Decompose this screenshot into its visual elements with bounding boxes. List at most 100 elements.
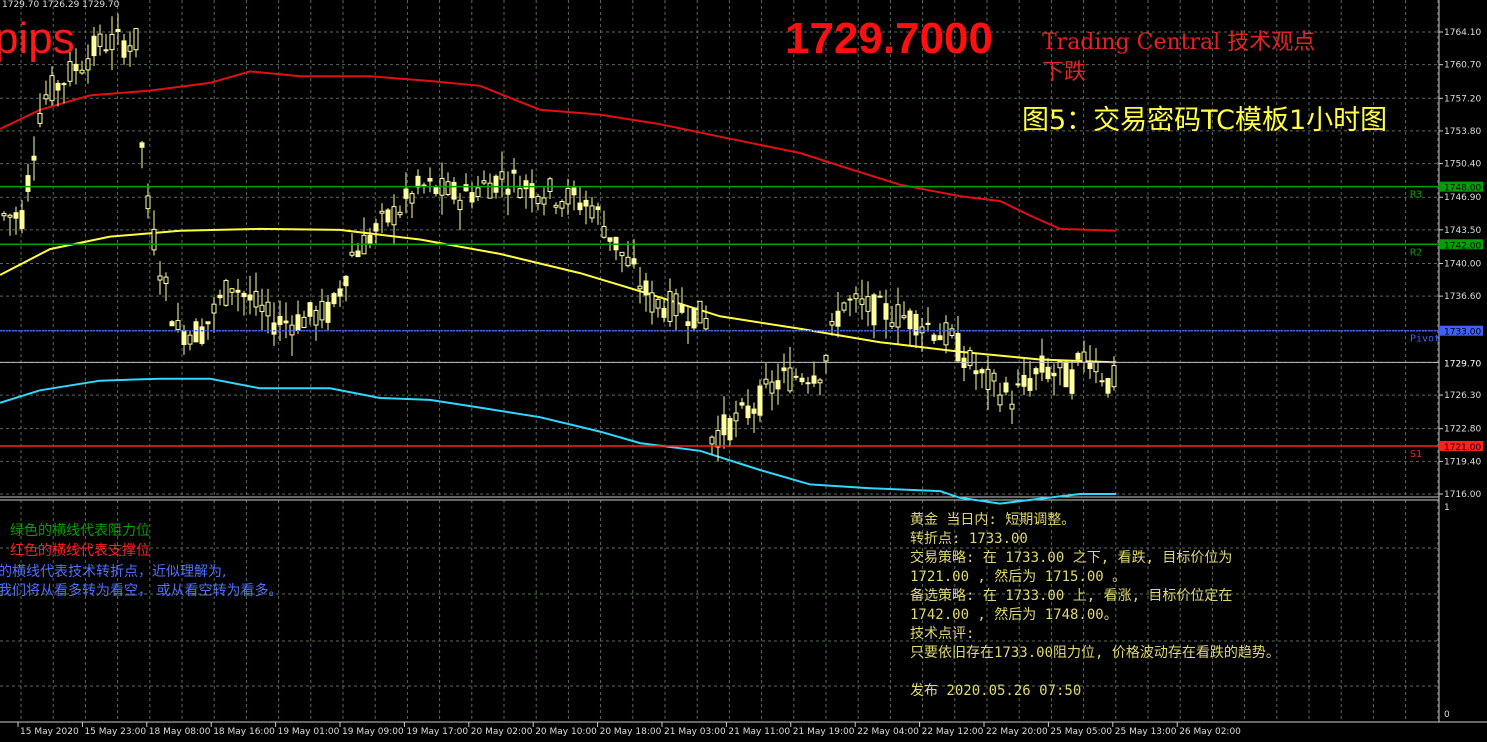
candle-body	[151, 228, 157, 251]
candle-body	[853, 293, 859, 300]
time-tick-label: 20 May 10:00	[535, 727, 597, 737]
candle-body	[331, 293, 337, 305]
level-r3-badge-value: 1748.00	[1444, 184, 1481, 194]
candle-body	[505, 188, 511, 195]
time-tick-label: 22 May 20:00	[986, 727, 1048, 737]
candle-body	[403, 188, 409, 199]
candle-body	[805, 382, 811, 385]
candle-body	[217, 294, 223, 299]
candle-body	[481, 180, 487, 184]
candle-body	[145, 195, 151, 210]
candle-body	[463, 184, 469, 192]
candle-body	[967, 349, 973, 367]
candle-body	[223, 280, 229, 306]
candle-body	[379, 210, 385, 214]
time-tick-label: 25 May 05:00	[1050, 727, 1112, 737]
candle-body	[79, 69, 85, 74]
candle-body	[1003, 382, 1009, 393]
time-tick-label: 19 May 01:00	[278, 727, 340, 737]
candle-body	[55, 82, 61, 91]
candle-body	[679, 304, 685, 313]
level-s1-label: S1	[1410, 449, 1422, 460]
candle-body	[31, 155, 37, 161]
candle-body	[577, 202, 583, 211]
legend-blue-2: 我们将从看多转为看空， 或从看空转为看多。	[0, 583, 283, 599]
candle-body	[559, 201, 565, 209]
candle-body	[625, 256, 631, 267]
candle-body	[997, 394, 1003, 406]
candle-body	[1051, 372, 1057, 377]
candle-body	[1105, 378, 1111, 394]
candle-body	[397, 211, 403, 216]
candle-body	[475, 187, 481, 197]
candle-body	[847, 298, 853, 301]
candle-body	[211, 303, 217, 314]
candle-body	[883, 303, 889, 320]
candle-body	[931, 334, 937, 341]
candle-body	[943, 322, 949, 346]
price-tick-label: 1760.70	[1444, 61, 1481, 71]
candle-body	[979, 369, 985, 374]
legend-blue-1: 的横线代表技术转折点，近似理解为,	[0, 564, 227, 580]
candle-body	[307, 302, 313, 317]
candle-body	[349, 251, 355, 256]
analysis-line: 1742.00 , 然后为 1748.00。	[910, 607, 1118, 623]
candle-body	[925, 322, 931, 325]
candle-body	[517, 188, 523, 199]
candle-body	[1039, 355, 1045, 373]
candle-body	[985, 368, 991, 390]
candle-body	[181, 330, 187, 345]
sub-tick-label: 0	[1444, 710, 1450, 720]
current-price: 1729.7000	[785, 14, 993, 63]
candle-body	[109, 33, 115, 51]
candle-body	[619, 251, 625, 257]
candle-body	[433, 186, 439, 195]
candle-body	[799, 377, 805, 383]
candle-body	[1093, 361, 1099, 373]
candle-body	[667, 291, 673, 322]
legend-red: 红色的横线代表支撑位	[10, 543, 150, 559]
candle-body	[553, 204, 559, 208]
time-tick-label: 25 May 13:00	[1115, 727, 1177, 737]
price-tick-label: 1722.80	[1444, 425, 1481, 435]
analysis-line: 只要依旧存在1733.00阻力位, 价格波动存在看跌的趋势。	[910, 645, 1280, 661]
candle-body	[283, 320, 289, 324]
candle-body	[445, 181, 451, 195]
candle-body	[787, 367, 793, 392]
candle-body	[277, 315, 283, 325]
candle-body	[685, 321, 691, 327]
candle-body	[1027, 378, 1033, 391]
candle-body	[655, 298, 661, 309]
candle-body	[61, 83, 67, 86]
candle-body	[493, 175, 499, 193]
candle-body	[583, 199, 589, 207]
candle-body	[37, 112, 43, 124]
candle-body	[571, 187, 577, 196]
candle-body	[949, 328, 955, 336]
candle-body	[499, 171, 505, 180]
price-tick-label: 1726.30	[1444, 391, 1481, 401]
candle-body	[937, 335, 943, 341]
candle-body	[547, 178, 553, 193]
candle-body	[295, 314, 301, 331]
time-tick-label: 20 May 02:00	[471, 727, 533, 737]
candle-body	[487, 182, 493, 199]
candle-body	[775, 380, 781, 390]
candle-body	[727, 418, 733, 441]
candle-body	[973, 370, 979, 375]
time-tick-label: 22 May 04:00	[857, 727, 919, 737]
candle-body	[13, 212, 19, 219]
time-tick-label: 18 May 16:00	[213, 727, 275, 737]
candle-body	[691, 307, 697, 329]
candle-body	[427, 178, 433, 182]
analysis-line: 交易策略: 在 1733.00 之下, 看跌, 目标价位为	[910, 550, 1233, 566]
candle-body	[97, 33, 103, 47]
candle-body	[355, 250, 361, 258]
candle-body	[715, 430, 721, 448]
candle-body	[673, 293, 679, 317]
candle-body	[643, 280, 649, 296]
candle-body	[229, 288, 235, 293]
candle-body	[1099, 380, 1105, 383]
candle-body	[529, 183, 535, 199]
candle-body	[991, 372, 997, 382]
